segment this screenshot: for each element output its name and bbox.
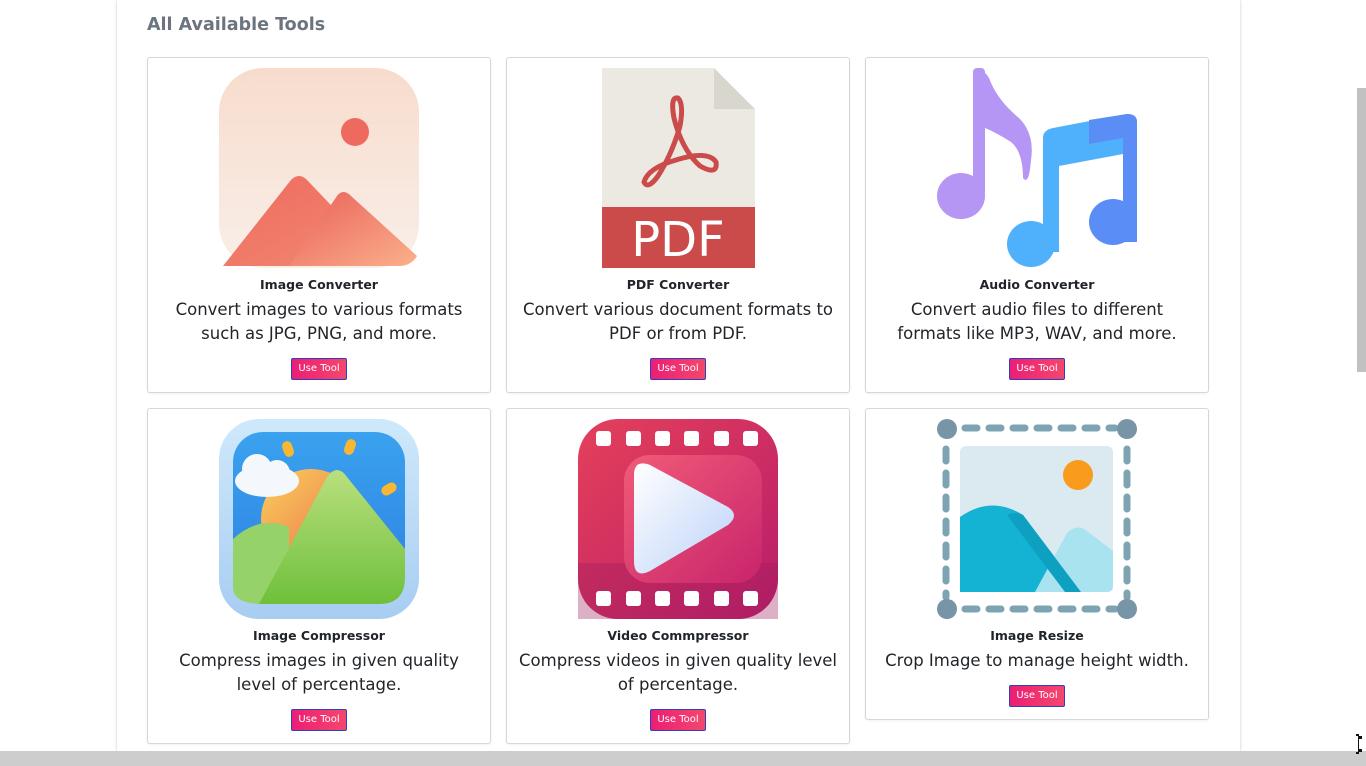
mouse-cursor-icon [1356,734,1362,754]
tool-title: Image Converter [260,277,378,292]
tool-title: Video Commpressor [607,628,749,643]
tool-description: Compress videos in given quality level o… [519,651,837,694]
horizontal-scrollbar[interactable] [0,751,1366,766]
tool-card-image-resize: Image Resize Crop Image to manage height… [865,408,1209,720]
video-play-icon [578,419,778,619]
tool-card-image-compressor: Image Compressor Compress images in give… [147,408,491,744]
section-title: All Available Tools [147,15,326,35]
tool-description: Convert images to various formats such a… [175,300,463,343]
use-tool-button[interactable]: Use Tool [291,709,347,731]
landscape-photo-icon [219,419,419,619]
tool-card-video-compressor: Video Commpressor Compress videos in giv… [506,408,850,744]
tool-description: Compress images in given quality level o… [179,651,459,694]
tool-description: Convert various document formats to PDF … [522,300,834,343]
tool-title: Image Compressor [253,628,385,643]
pdf-icon-label: PDF [631,212,725,268]
tool-card-pdf-converter: PDF PDF Converter Convert various docume… [506,57,850,393]
image-icon [219,68,419,268]
tool-description: Convert audio files to different formats… [897,300,1177,343]
use-tool-button[interactable]: Use Tool [650,358,706,380]
tools-container: All Available Tools Image Converter Conv… [117,0,1240,751]
scrollbar-thumb[interactable] [1357,88,1366,372]
pdf-icon: PDF [578,68,778,268]
crop-resize-icon [937,419,1137,619]
tool-card-image-converter: Image Converter Convert images to variou… [147,57,491,393]
tool-title: Audio Converter [979,277,1095,292]
music-notes-icon [937,68,1137,268]
tool-title: Image Resize [990,628,1084,643]
tool-card-audio-converter: Audio Converter Convert audio files to d… [865,57,1209,393]
use-tool-button[interactable]: Use Tool [1009,358,1065,380]
tool-description: Crop Image to manage height width. [885,651,1189,670]
use-tool-button[interactable]: Use Tool [650,709,706,731]
use-tool-button[interactable]: Use Tool [291,358,347,380]
tool-title: PDF Converter [626,277,730,292]
vertical-scrollbar[interactable] [1355,0,1366,751]
use-tool-button[interactable]: Use Tool [1009,685,1065,707]
